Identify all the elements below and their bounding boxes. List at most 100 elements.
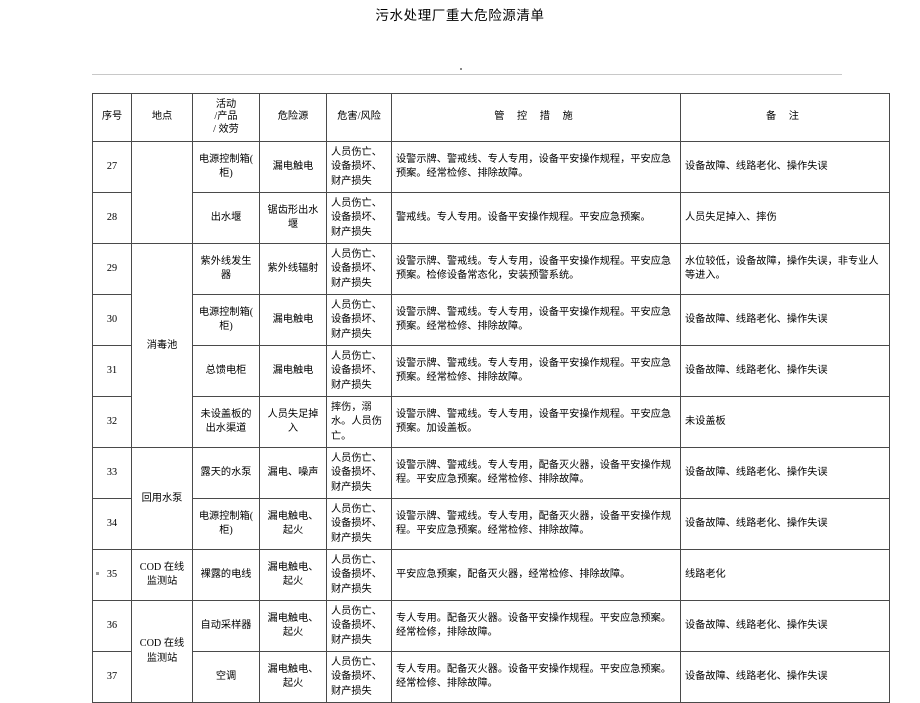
cell-activity: 未设盖板的出水渠道 [192,396,260,449]
cell-activity: 露天的水泵 [192,447,260,500]
cell-remarks: 人员失足掉入、摔伤 [680,192,890,245]
cell-risk: 人员伤亡、设备损坏、财产损失 [326,294,392,347]
cell-risk: 人员伤亡、设备损坏、财产损失 [326,600,392,653]
cell-measures: 设警示牌、警戒线。专人专用，设备平安操作规程。平安应急预案。检修设备常态化，安装… [391,243,681,296]
cell-remarks: 设备故障、线路老化、操作失误 [680,498,890,551]
cell-no: 32 [92,396,132,449]
page-mark-bottom [96,572,99,575]
cell-activity: 空调 [192,651,260,703]
document-page: 污水处理厂重大危险源清单 序号 地点 活动 /产品 / 效劳 危险源 危害/风险… [0,0,920,703]
cell-risk: 人员伤亡、设备损坏、财产损失 [326,243,392,296]
cell-measures: 专人专用。配备灭火器。设备平安操作规程。平安应急预案。经常检修，排除故障。 [391,600,681,653]
cell-source: 人员失足掉入 [259,396,327,449]
cell-activity: 出水堰 [192,192,260,245]
column-header-measures: 管 控 措 施 [391,92,681,143]
cell-no: 37 [92,651,132,703]
cell-activity: 自动采样器 [192,600,260,653]
column-header-location: 地点 [131,92,193,143]
cell-activity: 电源控制箱( 柜) [192,498,260,551]
column-header-no: 序号 [92,92,132,143]
cell-location: 消毒池 [131,243,193,449]
cell-source: 漏电触电、起火 [259,498,327,551]
cell-no: 35 [92,549,132,602]
table-row: 37 空调 漏电触电、起火 人员伤亡、设备损坏、财产损失 专人专用。配备灭火器。… [92,651,890,703]
cell-risk: 人员伤亡、设备损坏、财产损失 [326,549,392,602]
table-body: 27 电源控制箱( 柜) 漏电触电 人员伤亡、设备损坏、财产损失 设警示牌、警戒… [92,141,890,703]
column-header-activity-line3: / 效劳 [213,123,239,135]
table-row: 33 回用水泵 露天的水泵 漏电、噪声 人员伤亡、设备损坏、财产损失 设警示牌、… [92,447,890,551]
column-header-remarks: 备 注 [680,92,890,143]
table-row: 34 电源控制箱( 柜) 漏电触电、起火 人员伤亡、设备损坏、财产损失 设警示牌… [92,498,890,551]
table-row: 30 电源控制箱( 柜) 漏电触电 人员伤亡、设备损坏、财产损失 设警示牌、警戒… [92,294,890,347]
cell-location: 回用水泵 [131,447,193,551]
cell-activity: 裸露的电线 [192,549,260,602]
cell-activity: 紫外线发生器 [192,243,260,296]
cell-risk: 摔伤，溺水。人员伤亡。 [326,396,392,449]
cell-remarks: 设备故障、线路老化、操作失误 [680,141,890,194]
table-row: 31 总馈电柜 漏电触电 人员伤亡、设备损坏、财产损失 设警示牌、警戒线。专人专… [92,345,890,398]
cell-remarks: 水位较低，设备故障，操作失误，非专业人等进入。 [680,243,890,296]
cell-source: 锯齿形出水堰 [259,192,327,245]
table-row: 35 COD 在线监测站 裸露的电线 漏电触电、起火 人员伤亡、设备损坏、财产损… [92,549,890,602]
cell-remarks: 未设盖板 [680,396,890,449]
cell-no: 31 [92,345,132,398]
cell-source: 紫外线辐射 [259,243,327,296]
cell-remarks: 设备故障、线路老化、操作失误 [680,345,890,398]
table-row: 32 未设盖板的出水渠道 人员失足掉入 摔伤，溺水。人员伤亡。 设警示牌、警戒线… [92,396,890,449]
cell-measures: 设警示牌、警戒线。专人专用，设备平安操作规程。平安应急预案。加设盖板。 [391,396,681,449]
cell-remarks: 线路老化 [680,549,890,602]
header-divider [92,74,842,75]
cell-remarks: 设备故障、线路老化、操作失误 [680,294,890,347]
cell-source: 漏电触电 [259,294,327,347]
cell-location: COD 在线监测站 [131,600,193,703]
cell-source: 漏电、噪声 [259,447,327,500]
table-header-row: 序号 地点 活动 /产品 / 效劳 危险源 危害/风险 管 控 措 施 备 注 [92,92,890,143]
page-mark-top [460,68,462,70]
cell-source: 漏电触电 [259,345,327,398]
cell-risk: 人员伤亡、设备损坏、财产损失 [326,651,392,703]
cell-activity: 总馈电柜 [192,345,260,398]
cell-risk: 人员伤亡、设备损坏、财产损失 [326,447,392,500]
table-row: 27 电源控制箱( 柜) 漏电触电 人员伤亡、设备损坏、财产损失 设警示牌、警戒… [92,141,890,245]
column-header-risk: 危害/风险 [326,92,392,143]
cell-location: COD 在线监测站 [131,549,193,602]
cell-no: 34 [92,498,132,551]
table-row: 28 出水堰 锯齿形出水堰 人员伤亡、设备损坏、财产损失 警戒线。专人专用。设备… [92,192,890,245]
cell-activity: 电源控制箱( 柜) [192,141,260,194]
cell-source: 漏电触电、起火 [259,549,327,602]
table-row: 36 COD 在线监测站 自动采样器 漏电触电、起火 人员伤亡、设备损坏、财产损… [92,600,890,703]
cell-no: 36 [92,600,132,653]
cell-activity: 电源控制箱( 柜) [192,294,260,347]
cell-no: 27 [92,141,132,194]
cell-location [131,141,193,245]
cell-measures: 警戒线。专人专用。设备平安操作规程。平安应急预案。 [391,192,681,245]
cell-measures: 设警示牌、警戒线。专人专用，配备灭火器，设备平安操作规程。平安应急预案。经常检修… [391,498,681,551]
cell-measures: 平安应急预案，配备灭火器，经常检修、排除故障。 [391,549,681,602]
cell-measures: 专人专用。配备灭火器。设备平安操作规程。平安应急预案。经常检修、排除故障。 [391,651,681,703]
cell-source: 漏电触电 [259,141,327,194]
cell-risk: 人员伤亡、设备损坏、财产损失 [326,192,392,245]
cell-remarks: 设备故障、线路老化、操作失误 [680,447,890,500]
cell-no: 33 [92,447,132,500]
cell-risk: 人员伤亡、设备损坏、财产损失 [326,141,392,194]
table-header: 序号 地点 活动 /产品 / 效劳 危险源 危害/风险 管 控 措 施 备 注 [92,92,890,143]
cell-source: 漏电触电、起火 [259,651,327,703]
page-title: 污水处理厂重大危险源清单 [375,8,545,23]
cell-risk: 人员伤亡、设备损坏、财产损失 [326,345,392,398]
hazard-source-table: 序号 地点 活动 /产品 / 效劳 危险源 危害/风险 管 控 措 施 备 注 … [92,92,890,703]
cell-measures: 设警示牌、警戒线。专人专用，配备灭火器，设备平安操作规程。平安应急预案。经常检修… [391,447,681,500]
column-header-activity-line2: /产品 [214,111,238,123]
cell-source: 漏电触电、起火 [259,600,327,653]
cell-measures: 设警示牌、警戒线。专人专用，设备平安操作规程。平安应急预案。经常检修、排除故障。 [391,345,681,398]
cell-remarks: 设备故障、线路老化、操作失误 [680,651,890,703]
cell-measures: 设警示牌、警戒线。专人专用，设备平安操作规程。平安应急预案。经常检修、排除故障。 [391,294,681,347]
table-row: 29 消毒池 紫外线发生器 紫外线辐射 人员伤亡、设备损坏、财产损失 设警示牌、… [92,243,890,449]
cell-no: 28 [92,192,132,245]
column-header-activity: 活动 /产品 / 效劳 [192,92,260,143]
cell-risk: 人员伤亡、设备损坏、财产损失 [326,498,392,551]
cell-no: 29 [92,243,132,296]
cell-no: 30 [92,294,132,347]
cell-remarks: 设备故障、线路老化、操作失误 [680,600,890,653]
column-header-activity-line1: 活动 [215,99,237,110]
cell-measures: 设警示牌、警戒线、专人专用，设备平安操作规程，平安应急预案。经常检修、排除故障。 [391,141,681,194]
